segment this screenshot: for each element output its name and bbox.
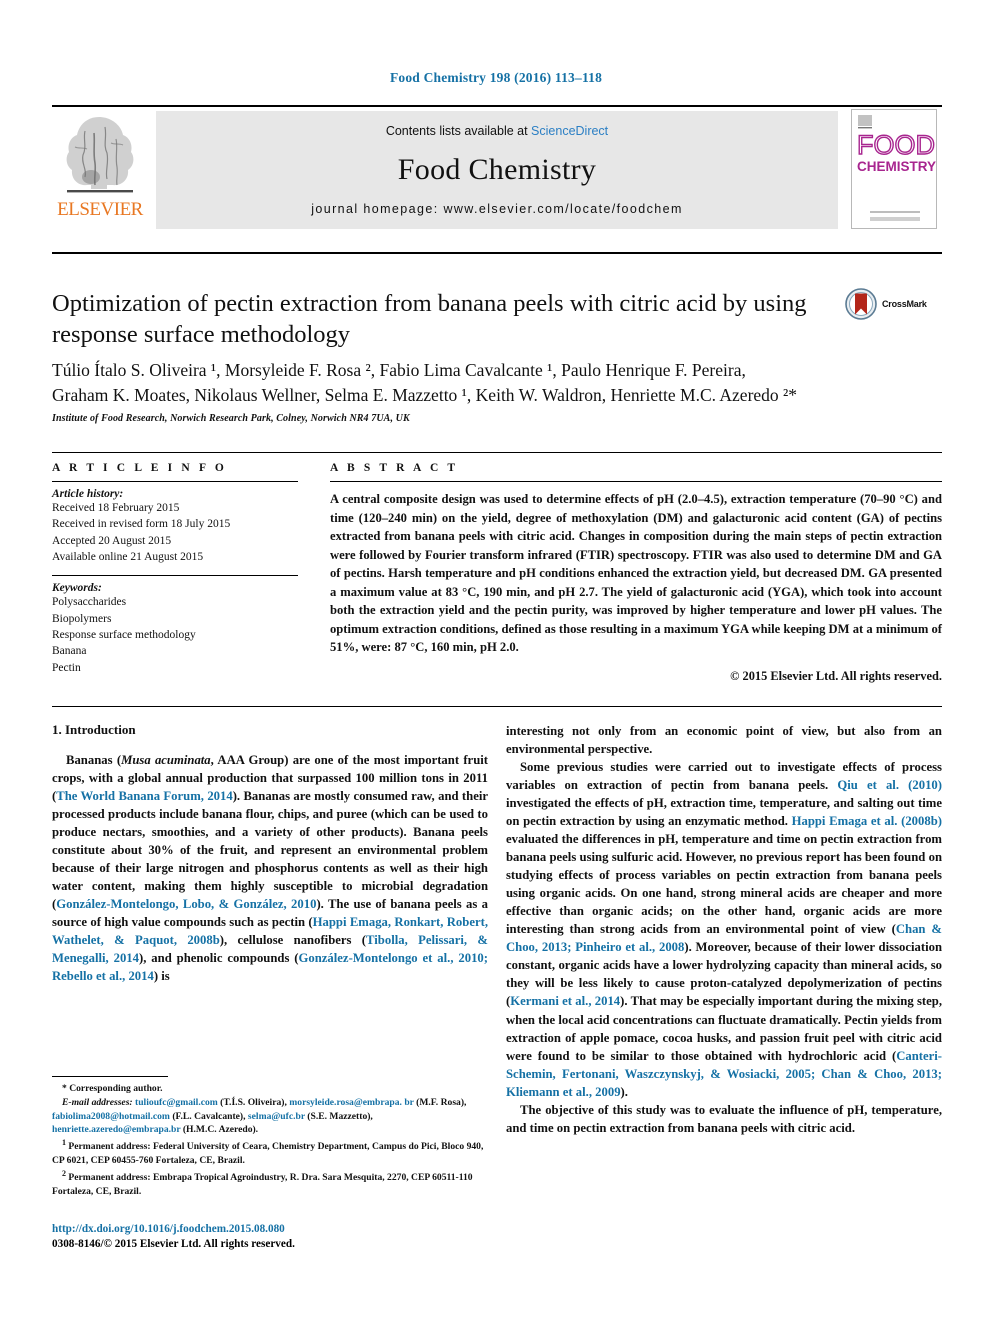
history-item: Received in revised form 18 July 2015 (52, 518, 231, 531)
footnote-2: 2 Permanent address: Embrapa Tropical Ag… (52, 1168, 488, 1199)
issn-copyright-line: 0308-8146/© 2015 Elsevier Ltd. All right… (52, 1238, 295, 1251)
email-link[interactable]: henriette.azeredo@embrapa.br (52, 1124, 180, 1135)
sciencedirect-link[interactable]: ScienceDirect (531, 124, 608, 138)
citation-link[interactable]: The World Banana Forum, 2014 (56, 789, 232, 803)
text-run: (F.L. Cavalcante), (169, 1110, 248, 1122)
keyword-item: Pectin (52, 661, 81, 674)
body-column-right: interesting not only from an economic po… (506, 722, 942, 1137)
elsevier-wordmark: ELSEVIER (57, 199, 143, 220)
footnote-1: 1 Permanent address: Federal University … (52, 1137, 488, 1168)
body-paragraph: Bananas (Musa acuminata, AAA Group) are … (52, 751, 488, 985)
email-addresses-label: E-mail addresses: (62, 1096, 133, 1108)
keywords-rule (52, 575, 298, 577)
article-info-column: A R T I C L E I N F O Article history: R… (52, 462, 298, 676)
citation-link[interactable]: Kermani et al., 2014 (510, 994, 620, 1008)
abstract-copyright: © 2015 Elsevier Ltd. All rights reserved… (730, 668, 942, 683)
author-line-1: Túlio Ítalo S. Oliveira ¹, Morsyleide F.… (52, 360, 746, 380)
text-run: (M.F. Rosa), (413, 1096, 467, 1108)
text-run: Bananas ( (66, 752, 122, 767)
citation-link[interactable]: González-Montelongo, Lobo, & González, 2… (56, 897, 316, 911)
abstract-heading: A B S T R A C T (330, 462, 459, 474)
footnote-separator-rule (52, 1076, 168, 1077)
body-paragraph: The objective of this study was to evalu… (506, 1102, 942, 1135)
body-paragraph: interesting not only from an economic po… (506, 724, 942, 757)
footnote-corresponding-author: * Corresponding author. (62, 1083, 163, 1094)
abstract-column: A B S T R A C T A central composite desi… (330, 462, 942, 684)
masthead-bottom-rule (52, 252, 942, 254)
imprint-block: http://dx.doi.org/10.1016/j.foodchem.201… (52, 1222, 488, 1252)
text-run: (H.M.C. Azeredo). (180, 1124, 259, 1136)
journal-cover-block: FOOD CHEMISTRY (846, 107, 942, 235)
journal-cover-thumbnail[interactable]: FOOD CHEMISTRY (851, 109, 937, 229)
keyword-item: Response surface methodology (52, 628, 196, 641)
abstract-rule (330, 481, 942, 482)
doi-link[interactable]: http://dx.doi.org/10.1016/j.foodchem.201… (52, 1222, 488, 1237)
species-name: Musa acuminata (121, 752, 211, 767)
crossmark-label: CrossMark (882, 299, 927, 309)
keyword-item: Banana (52, 645, 87, 658)
masthead-center: Contents lists available at ScienceDirec… (156, 111, 838, 229)
article-info-heading: A R T I C L E I N F O (52, 462, 227, 474)
crossmark-icon (845, 288, 877, 320)
email-link[interactable]: selma@ufc.br (248, 1111, 305, 1122)
text-run: evaluated the differences in pH, tempera… (506, 832, 942, 937)
keyword-item: Biopolymers (52, 612, 112, 625)
section-heading-introduction: 1. Introduction (52, 722, 136, 737)
article-history-label: Article history: (52, 488, 124, 500)
keywords-label: Keywords: (52, 582, 102, 595)
text-run: ) is (153, 968, 170, 983)
keyword-item: Polysaccharides (52, 596, 127, 609)
text-run: (T.Í.S. Oliveira), (217, 1096, 290, 1108)
contents-available-line: Contents lists available at ScienceDirec… (386, 124, 608, 138)
elsevier-logo: ELSEVIER (52, 107, 148, 235)
body-column-left: 1. Introduction Bananas (Musa acuminata,… (52, 722, 488, 985)
journal-masthead: ELSEVIER Contents lists available at Sci… (52, 105, 942, 235)
text-run: ), and phenolic compounds ( (139, 950, 299, 965)
contents-prefix: Contents lists available at (385, 124, 532, 138)
page-title: Optimization of pectin extraction from b… (52, 290, 807, 349)
history-item: Available online 21 August 2015 (52, 550, 204, 563)
crossmark-badge[interactable]: CrossMark (845, 286, 945, 322)
text-run: ). (620, 1084, 628, 1099)
cover-footer-line-2 (870, 217, 920, 221)
email-link[interactable]: fabiolima2008@hotmail.com (52, 1111, 170, 1122)
cover-title-food: FOOD (856, 130, 935, 160)
article-info-rule (52, 481, 298, 482)
running-head: Food Chemistry 198 (2016) 113–118 (389, 70, 603, 85)
journal-title: Food Chemistry (397, 153, 597, 186)
info-band-bottom-rule (52, 706, 942, 707)
text-run: ), cellulose nanofibers ( (219, 932, 367, 947)
cover-title-chemistry: CHEMISTRY (857, 159, 937, 174)
email-link[interactable]: tulioufc@gmail.com (135, 1097, 218, 1108)
mini-elsevier-icon (858, 115, 872, 129)
text-run: ). Bananas are mostly consumed raw, and … (52, 788, 488, 911)
journal-homepage-link[interactable]: journal homepage: www.elsevier.com/locat… (311, 202, 683, 216)
cover-footer-line-1 (870, 211, 920, 213)
paper-page: Food Chemistry 198 (2016) 113–118 ELSEVI… (0, 0, 992, 1323)
citation-link[interactable]: Qiu et al. (2010) (837, 778, 942, 792)
author-list: Túlio Ítalo S. Oliveira ¹, Morsyleide F.… (52, 358, 942, 409)
footnote-emails: E-mail addresses: tulioufc@gmail.com (T.… (52, 1096, 488, 1137)
info-band-top-rule (52, 452, 942, 453)
abstract-text: A central composite design was used to d… (330, 492, 942, 654)
citation-link[interactable]: Happi Emaga et al. (2008b) (792, 814, 942, 828)
footnote-text: Permanent address: Embrapa Tropical Agro… (52, 1172, 473, 1198)
text-run: (S.E. Mazzetto), (304, 1110, 373, 1122)
elsevier-tree-icon (66, 117, 134, 193)
footnotes-block: * Corresponding author. E-mail addresses… (52, 1076, 488, 1199)
footnote-text: Permanent address: Federal University of… (52, 1141, 484, 1167)
email-link[interactable]: morsyleide.rosa@embrapa. br (289, 1097, 413, 1108)
affiliation: Institute of Food Research, Norwich Rese… (52, 413, 410, 424)
body-paragraph: Some previous studies were carried out t… (506, 758, 942, 1101)
history-item: Accepted 20 August 2015 (52, 534, 172, 547)
history-item: Received 18 February 2015 (52, 502, 180, 514)
author-line-2: Graham K. Moates, Nikolaus Wellner, Selm… (52, 385, 798, 406)
